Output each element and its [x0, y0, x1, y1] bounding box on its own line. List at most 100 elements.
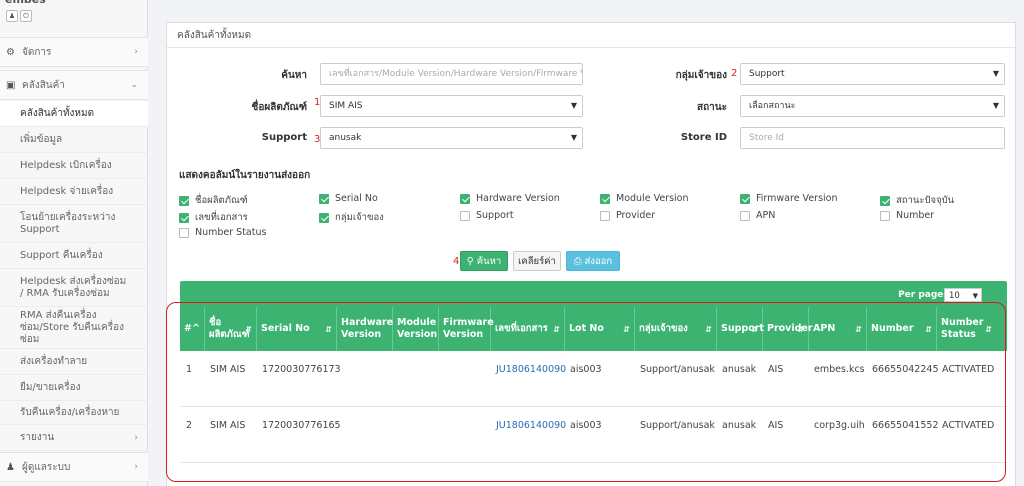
column-header-hardware[interactable]: Hardware Version [336, 307, 393, 351]
export-button[interactable]: ⎙ ส่งออก [566, 251, 620, 271]
column-header-index[interactable]: # ^ [180, 307, 204, 351]
column-header-label: Module Version [397, 317, 438, 340]
support-value: anusak [329, 133, 362, 143]
cell-document-link[interactable]: JU1806140090 [490, 351, 566, 387]
sidebar-subitem-support-return[interactable]: Support คืนเครื่อง [0, 243, 148, 269]
sidebar-item-stock[interactable]: ▣ คลังสินค้า ⌄ [0, 70, 148, 100]
sidebar-subitem-return-lost[interactable]: รับคืนเครื่อง/เครื่องหาย [0, 401, 148, 425]
clear-button[interactable]: เคลียร์ค่า [513, 251, 561, 271]
column-header-provider[interactable]: Provider ⇵ [762, 307, 813, 351]
column-header-support[interactable]: Support ⇵ [716, 307, 764, 351]
column-header-document[interactable]: เลขที่เอกสาร ⇵ [490, 307, 564, 351]
checkbox-label: Number [896, 210, 935, 221]
checkbox-support[interactable]: Support [460, 210, 514, 221]
checkbox-label: Provider [616, 210, 656, 221]
table-row[interactable]: 2 SIM AIS 1720030776165 JU1806140090 ais… [180, 407, 1007, 463]
checkbox-product-name[interactable]: ชื่อผลิตภัณฑ์ [179, 193, 248, 208]
cell-apn: corp3g.uih [814, 419, 865, 431]
sort-icon: ⇵ [751, 325, 758, 334]
sort-icon: ⇵ [325, 325, 332, 334]
checkbox-label: Firmware Version [756, 193, 838, 204]
column-header-label: Firmware Version [443, 317, 494, 340]
column-header-lot[interactable]: Lot No ⇵ [564, 307, 634, 351]
checkbox-box [880, 195, 890, 206]
checkbox-label: สถานะปัจจุบัน [896, 195, 955, 206]
sidebar-subitem-transfer-support[interactable]: โอนย้ายเครื่องระหว่าง Support [0, 205, 148, 243]
search-input[interactable]: เลขที่เอกสาร/Module Version/Hardware Ver… [320, 63, 583, 85]
sort-icon: ⇵ [623, 325, 630, 334]
status-select[interactable]: เลือกสถานะ ▼ [740, 95, 1005, 117]
user-icon[interactable]: ♟ [6, 10, 18, 22]
checkbox-document-no[interactable]: เลขที่เอกสาร [179, 210, 248, 225]
column-header-label: Number [871, 323, 914, 334]
checkbox-label: Support [476, 210, 514, 221]
checkbox-hardware-version[interactable]: Hardware Version [460, 193, 560, 204]
column-header-firmware[interactable]: Firmware Version [438, 307, 494, 351]
sidebar-subitem-all-stock[interactable]: คลังสินค้าทั้งหมด [0, 101, 148, 127]
sidebar-subitem-helpdesk-dispatch[interactable]: Helpdesk จ่ายเครื่อง [0, 179, 148, 205]
product-name-select[interactable]: SIM AIS ▼ [320, 95, 583, 117]
checkbox-number-status[interactable]: Number Status [179, 227, 266, 238]
sort-icon: ⇵ [855, 325, 862, 334]
search-button[interactable]: ⚲ ค้นหา [460, 251, 508, 271]
product-name-value: SIM AIS [329, 101, 363, 111]
owner-group-label: กลุ่มเจ้าของ [675, 70, 727, 81]
sidebar-subitem-helpdesk-repair[interactable]: Helpdesk ส่งเครื่องซ่อม / RMA รับเครื่อง… [0, 269, 148, 307]
checkbox-owner-group[interactable]: กลุ่มเจ้าของ [319, 210, 384, 225]
column-header-label: Number Status [941, 317, 984, 340]
checkbox-current-status[interactable]: สถานะปัจจุบัน [880, 193, 954, 208]
per-page-label: Per page: [898, 290, 947, 300]
sidebar-subitem-label: Support คืนเครื่อง [20, 249, 103, 261]
checkbox-apn[interactable]: APN [740, 210, 775, 221]
column-header-serial[interactable]: Serial No ⇵ [256, 307, 336, 351]
checkbox-box [179, 212, 189, 223]
store-id-input[interactable]: Store Id [740, 127, 1005, 149]
checkbox-label: เลขที่เอกสาร [195, 212, 248, 223]
checkbox-box [319, 212, 329, 223]
cell-number-status: ACTIVATED [942, 419, 995, 431]
checkbox-module-version[interactable]: Module Version [600, 193, 689, 204]
checkbox-box [740, 210, 750, 221]
sidebar-item-admin[interactable]: ♟ ผู้ดูแลระบบ › [0, 452, 148, 482]
sidebar-subitem-helpdesk-withdraw[interactable]: Helpdesk เบิกเครื่อง [0, 153, 148, 179]
checkbox-label: Module Version [616, 193, 689, 204]
checkbox-box [740, 193, 750, 204]
sidebar-subitem-label: Helpdesk จ่ายเครื่อง [20, 185, 114, 197]
column-header-apn[interactable]: APN ⇵ [808, 307, 866, 351]
cell-owner: Support/anusak [640, 419, 715, 431]
sidebar-subitem-rma-return[interactable]: RMA ส่งคืนเครื่องซ่อม/Store รับคืนเครื่อ… [0, 307, 148, 349]
column-header-module[interactable]: Module Version [392, 307, 438, 351]
cell-document-link[interactable]: JU1806140090 [490, 407, 566, 443]
per-page-select[interactable]: 10 ▼ [944, 288, 982, 302]
table-row[interactable]: 1 SIM AIS 1720030776173 JU1806140090 ais… [180, 351, 1007, 407]
sidebar-subitem-destroy[interactable]: ส่งเครื่องทำลาย [0, 349, 148, 375]
checkbox-label: กลุ่มเจ้าของ [335, 212, 384, 223]
column-header-product[interactable]: ชื่อผลิตภัณฑ์ ⇵ [204, 307, 256, 351]
column-header-label: กลุ่มเจ้าของ [639, 323, 688, 334]
cell-lot: ais003 [570, 419, 602, 431]
column-header-number-status[interactable]: Number Status ⇵ [936, 307, 996, 351]
chevron-down-icon: ⌄ [130, 80, 138, 90]
checkbox-number[interactable]: Number [880, 210, 934, 221]
checkbox-provider[interactable]: Provider [600, 210, 655, 221]
sort-icon: ⇵ [925, 325, 932, 334]
sidebar-subitem-report[interactable]: รายงาน › [0, 425, 148, 451]
sidebar-item-manage[interactable]: ⚙ จัดการ › [0, 37, 148, 67]
checkbox-box [460, 193, 470, 204]
sidebar-subitem-label: Helpdesk เบิกเครื่อง [20, 159, 112, 171]
column-header-owner[interactable]: กลุ่มเจ้าของ ⇵ [634, 307, 716, 351]
column-header-label: # [184, 323, 192, 334]
checkbox-serial-no[interactable]: Serial No [319, 193, 378, 204]
power-icon[interactable]: ⏻ [20, 10, 32, 22]
sidebar-subitem-borrow-sell[interactable]: ยืม/ขายเครื่อง [0, 375, 148, 401]
search-button-label: ค้นหา [476, 256, 502, 267]
owner-group-select[interactable]: Support ▼ [740, 63, 1005, 85]
support-select[interactable]: anusak ▼ [320, 127, 583, 149]
column-header-number[interactable]: Number ⇵ [866, 307, 936, 351]
cell-support: anusak [722, 363, 757, 375]
sidebar-subitem-add-data[interactable]: เพิ่มข้อมูล [0, 127, 148, 153]
cell-support: anusak [722, 419, 757, 431]
checkbox-box [600, 210, 610, 221]
panel-title: คลังสินค้าทั้งหมด [167, 23, 1015, 48]
checkbox-firmware-version[interactable]: Firmware Version [740, 193, 838, 204]
